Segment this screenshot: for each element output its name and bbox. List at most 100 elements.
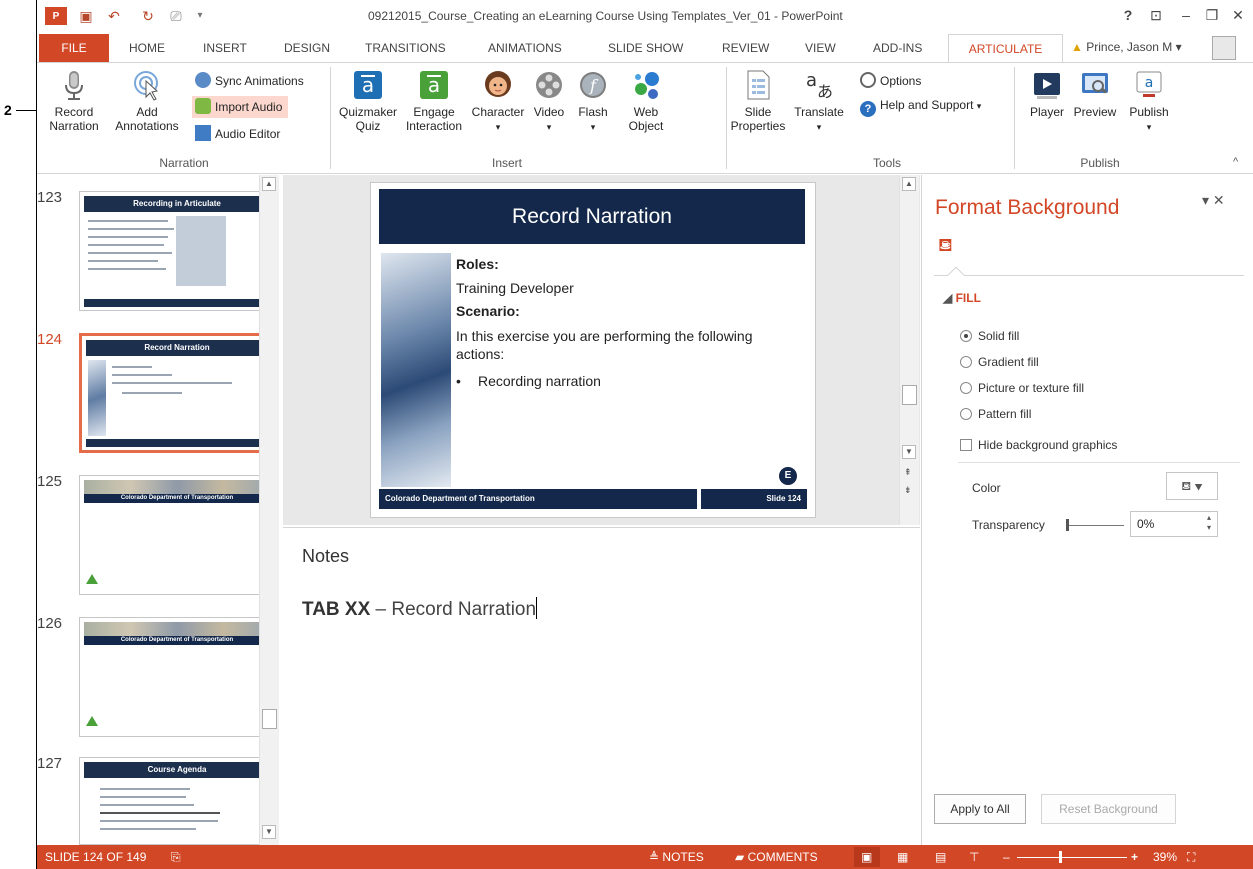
- next-slide-icon[interactable]: ⇟: [904, 485, 912, 496]
- scroll-down-icon[interactable]: ▼: [262, 825, 276, 839]
- transparency-input[interactable]: 0% ▴ ▾: [1130, 511, 1218, 537]
- save-icon[interactable]: ▣: [75, 6, 97, 26]
- notes-pane[interactable]: Notes TAB XX – Record Narration: [283, 527, 920, 845]
- tab-home[interactable]: HOME: [129, 40, 165, 56]
- tab-animations[interactable]: ANIMATIONS: [488, 40, 562, 56]
- previous-slide-icon[interactable]: ⇞: [904, 467, 912, 478]
- gradient-fill-radio[interactable]: Gradient fill: [960, 355, 1039, 369]
- close-icon[interactable]: ✕: [1225, 5, 1251, 25]
- color-picker-button[interactable]: ⛾ ▾: [1166, 472, 1218, 500]
- slide-scrollbar[interactable]: ▲ ▼ ⇞ ⇟: [899, 175, 919, 525]
- tab-slide-show[interactable]: SLIDE SHOW: [608, 40, 683, 56]
- player-button[interactable]: Player: [1025, 69, 1069, 119]
- slide-thumbnail-selected[interactable]: Record Narration: [79, 333, 275, 453]
- reading-view-icon[interactable]: ▤: [935, 850, 946, 864]
- apply-to-all-button[interactable]: Apply to All: [934, 794, 1026, 824]
- slide-thumbnail[interactable]: Recording in Articulate: [79, 191, 275, 311]
- translate-button[interactable]: aあ Translate ▾: [789, 69, 849, 134]
- close-icon[interactable]: ✕: [1213, 192, 1225, 208]
- slide-thumbnail[interactable]: Colorado Department of Transportation: [79, 475, 275, 595]
- tab-transitions[interactable]: TRANSITIONS: [365, 40, 446, 56]
- start-from-beginning-icon[interactable]: ⎚: [165, 6, 187, 26]
- tab-file[interactable]: FILE: [39, 34, 109, 62]
- paint-bucket-icon[interactable]: ⛾: [938, 235, 953, 259]
- import-audio-button[interactable]: Import Audio: [192, 96, 289, 118]
- solid-fill-radio[interactable]: Solid fill: [960, 329, 1019, 343]
- picture-texture-fill-radio[interactable]: Picture or texture fill: [960, 381, 1084, 395]
- zoom-slider[interactable]: [1017, 857, 1127, 858]
- slide-thumbnail[interactable]: Course Agenda: [79, 757, 275, 845]
- reset-background-button[interactable]: Reset Background: [1041, 794, 1176, 824]
- current-slide[interactable]: Record Narration Roles: Training Develop…: [371, 183, 815, 517]
- help-and-support-button[interactable]: ? Help and Support ▾: [860, 96, 981, 117]
- radio-button[interactable]: [960, 356, 972, 368]
- character-label: Character: [471, 105, 525, 119]
- sync-animations-button[interactable]: Sync Animations: [195, 72, 304, 90]
- preview-button[interactable]: Preview: [1069, 69, 1121, 119]
- tab-add-ins[interactable]: ADD-INS: [873, 40, 922, 56]
- help-icon[interactable]: ?: [1115, 5, 1141, 25]
- radio-button[interactable]: [960, 330, 972, 342]
- record-narration-button[interactable]: Record Narration: [41, 69, 107, 133]
- slide-sorter-icon[interactable]: ▦: [897, 850, 908, 864]
- radio-button[interactable]: [960, 382, 972, 394]
- tab-articulate[interactable]: ARTICULATE: [948, 34, 1063, 63]
- fit-slide-icon[interactable]: ⛶: [1187, 850, 1195, 865]
- hide-background-graphics-checkbox[interactable]: Hide background graphics: [960, 438, 1117, 452]
- chevron-down-icon: ▾: [1146, 122, 1152, 132]
- pane-options-icon[interactable]: ▾: [1202, 192, 1209, 208]
- slider-thumb[interactable]: [1066, 519, 1069, 531]
- publish-button[interactable]: a Publish ▾: [1123, 69, 1175, 134]
- spinner-icon[interactable]: ▴ ▾: [1207, 513, 1211, 533]
- fill-section-header[interactable]: ◢ FILL: [943, 291, 981, 305]
- radio-button[interactable]: [960, 408, 972, 420]
- audio-editor-button[interactable]: Audio Editor: [195, 125, 280, 143]
- zoom-out-button[interactable]: –: [1003, 850, 1010, 864]
- zoom-slider-thumb[interactable]: [1059, 851, 1062, 863]
- engage-interaction-button[interactable]: a Engage Interaction: [403, 69, 465, 133]
- redo-icon[interactable]: ↻: [137, 6, 159, 26]
- video-button[interactable]: Video ▾: [527, 69, 571, 134]
- tab-view[interactable]: VIEW: [805, 40, 836, 56]
- notes-text[interactable]: TAB XX – Record Narration: [302, 597, 538, 621]
- scroll-down-icon[interactable]: ▼: [902, 445, 916, 459]
- zoom-level[interactable]: 39%: [1153, 850, 1177, 864]
- pattern-fill-radio[interactable]: Pattern fill: [960, 407, 1031, 421]
- scroll-thumb[interactable]: [262, 709, 277, 729]
- undo-icon[interactable]: ↶: [103, 6, 125, 26]
- pane-controls[interactable]: ▾ ✕: [1202, 192, 1225, 209]
- restore-icon[interactable]: ❐: [1199, 5, 1225, 25]
- thumbnails-scrollbar[interactable]: ▲ ▼: [259, 175, 279, 845]
- collapse-triangle-icon: ◢: [943, 291, 953, 305]
- avatar[interactable]: [1212, 36, 1236, 60]
- slide-thumbnail[interactable]: Colorado Department of Transportation: [79, 617, 275, 737]
- web-object-button[interactable]: Web Object: [617, 69, 675, 133]
- tab-insert[interactable]: INSERT: [203, 40, 247, 56]
- checkbox[interactable]: [960, 439, 972, 451]
- notes-toggle[interactable]: ≜ NOTES: [649, 850, 704, 864]
- scroll-thumb[interactable]: [902, 385, 917, 405]
- user-account[interactable]: ▲ Prince, Jason M ▾: [1071, 40, 1182, 54]
- spell-check-icon[interactable]: ⎘: [171, 850, 181, 865]
- transparency-slider[interactable]: [1066, 525, 1124, 526]
- slide-properties-button[interactable]: Slide Properties: [727, 69, 789, 133]
- options-button[interactable]: Options: [860, 72, 921, 90]
- normal-view-button[interactable]: ▣: [854, 847, 880, 867]
- zoom-in-button[interactable]: +: [1131, 850, 1138, 864]
- scroll-up-icon[interactable]: ▲: [262, 177, 276, 191]
- tab-design[interactable]: DESIGN: [284, 40, 330, 56]
- comments-toggle[interactable]: ▰ COMMENTS: [735, 850, 818, 864]
- slide-show-icon[interactable]: ⊤: [969, 850, 979, 864]
- tab-review[interactable]: REVIEW: [722, 40, 769, 56]
- flash-button[interactable]: f Flash ▾: [571, 69, 615, 134]
- minimize-icon[interactable]: –: [1173, 5, 1199, 25]
- scroll-up-icon[interactable]: ▲: [902, 177, 916, 191]
- quizmaker-quiz-button[interactable]: a Quizmaker Quiz: [337, 69, 399, 133]
- option-label: Solid fill: [978, 329, 1020, 343]
- ribbon-display-options-icon[interactable]: ⊡: [1143, 5, 1169, 25]
- slide-title[interactable]: Record Narration: [379, 189, 805, 244]
- character-button[interactable]: Character ▾: [469, 69, 527, 134]
- collapse-ribbon-icon[interactable]: ^: [1233, 156, 1238, 168]
- add-annotations-button[interactable]: Add Annotations: [107, 69, 187, 133]
- customize-qat-icon[interactable]: ▾: [189, 6, 211, 26]
